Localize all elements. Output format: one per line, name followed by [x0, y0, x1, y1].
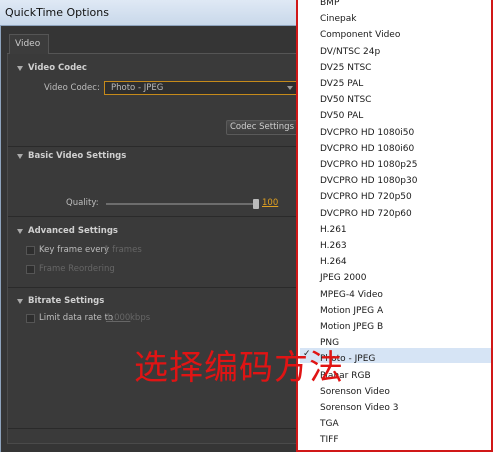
dropdown-option[interactable]: DVCPRO HD 1080p25: [320, 160, 417, 170]
quality-label: Quality:: [66, 198, 99, 208]
basic-video-section-title: Basic Video Settings: [28, 151, 127, 161]
collapse-triangle-icon[interactable]: [17, 66, 23, 71]
codec-settings-button[interactable]: Codec Settings: [226, 120, 298, 135]
dropdown-option[interactable]: H.261: [320, 225, 347, 235]
tab-video[interactable]: Video: [9, 34, 49, 54]
advanced-section-title: Advanced Settings: [28, 226, 118, 236]
dropdown-option[interactable]: Motion JPEG A: [320, 306, 383, 316]
divider: [8, 216, 298, 217]
limit-data-rate-checkbox[interactable]: [26, 314, 35, 323]
dropdown-option[interactable]: DVCPRO HD 1080i50: [320, 128, 414, 138]
chevron-down-icon: [287, 86, 293, 90]
dropdown-option[interactable]: Component Video: [320, 30, 400, 40]
dropdown-option[interactable]: BMP: [320, 0, 339, 8]
annotation-text: 选择编码方法: [134, 348, 344, 388]
video-codec-value: Photo - JPEG: [111, 83, 164, 93]
dropdown-option[interactable]: Sorenson Video 3: [320, 403, 399, 413]
collapse-triangle-icon[interactable]: [17, 229, 23, 234]
divider: [8, 428, 298, 429]
dropdown-option[interactable]: TGA: [320, 419, 339, 429]
dropdown-option[interactable]: DV50 NTSC: [320, 95, 371, 105]
limit-data-rate-label: Limit data rate to: [39, 313, 114, 323]
dropdown-option[interactable]: DVCPRO HD 1080i60: [320, 144, 414, 154]
dropdown-option[interactable]: DVCPRO HD 720p50: [320, 192, 412, 202]
limit-data-rate-value[interactable]: 1,000: [106, 313, 130, 323]
dropdown-option[interactable]: H.264: [320, 257, 347, 267]
dropdown-option[interactable]: JPEG 2000: [320, 273, 367, 283]
dropdown-option[interactable]: TIFF: [320, 435, 339, 445]
dropdown-option[interactable]: H.263: [320, 241, 347, 251]
collapse-triangle-icon[interactable]: [17, 299, 23, 304]
dropdown-option[interactable]: DV/NTSC 24p: [320, 47, 380, 57]
dropdown-option[interactable]: MPEG-4 Video: [320, 290, 383, 300]
quality-slider[interactable]: [106, 199, 259, 209]
dropdown-option[interactable]: DV25 NTSC: [320, 63, 371, 73]
title-bar: QuickTime Options: [0, 0, 300, 26]
keyframe-value[interactable]: 1 frames: [104, 245, 142, 255]
limit-data-rate-unit: kbps: [130, 313, 151, 323]
dropdown-option[interactable]: DVCPRO HD 720p60: [320, 209, 412, 219]
quality-slider-fill: [106, 203, 256, 205]
divider: [8, 287, 298, 288]
quality-slider-handle[interactable]: [253, 199, 259, 209]
frame-reordering-checkbox[interactable]: [26, 265, 35, 274]
frame-reordering-label: Frame Reordering: [39, 264, 115, 274]
video-codec-section-title: Video Codec: [28, 63, 87, 73]
dropdown-option[interactable]: Cinepak: [320, 14, 356, 24]
keyframe-checkbox[interactable]: [26, 246, 35, 255]
video-codec-label: Video Codec:: [44, 83, 100, 93]
tab-strip: Video: [7, 32, 297, 54]
dropdown-option[interactable]: Motion JPEG B: [320, 322, 383, 332]
divider: [8, 146, 298, 147]
quality-value[interactable]: 100: [262, 198, 278, 208]
dropdown-option[interactable]: DV25 PAL: [320, 79, 363, 89]
bitrate-section-title: Bitrate Settings: [28, 296, 105, 306]
window-title: QuickTime Options: [5, 6, 109, 19]
dropdown-option[interactable]: DVCPRO HD 1080p30: [320, 176, 417, 186]
keyframe-label: Key frame every: [39, 245, 110, 255]
collapse-triangle-icon[interactable]: [17, 154, 23, 159]
dropdown-option[interactable]: DV50 PAL: [320, 111, 363, 121]
video-codec-select[interactable]: Photo - JPEG: [104, 81, 298, 95]
